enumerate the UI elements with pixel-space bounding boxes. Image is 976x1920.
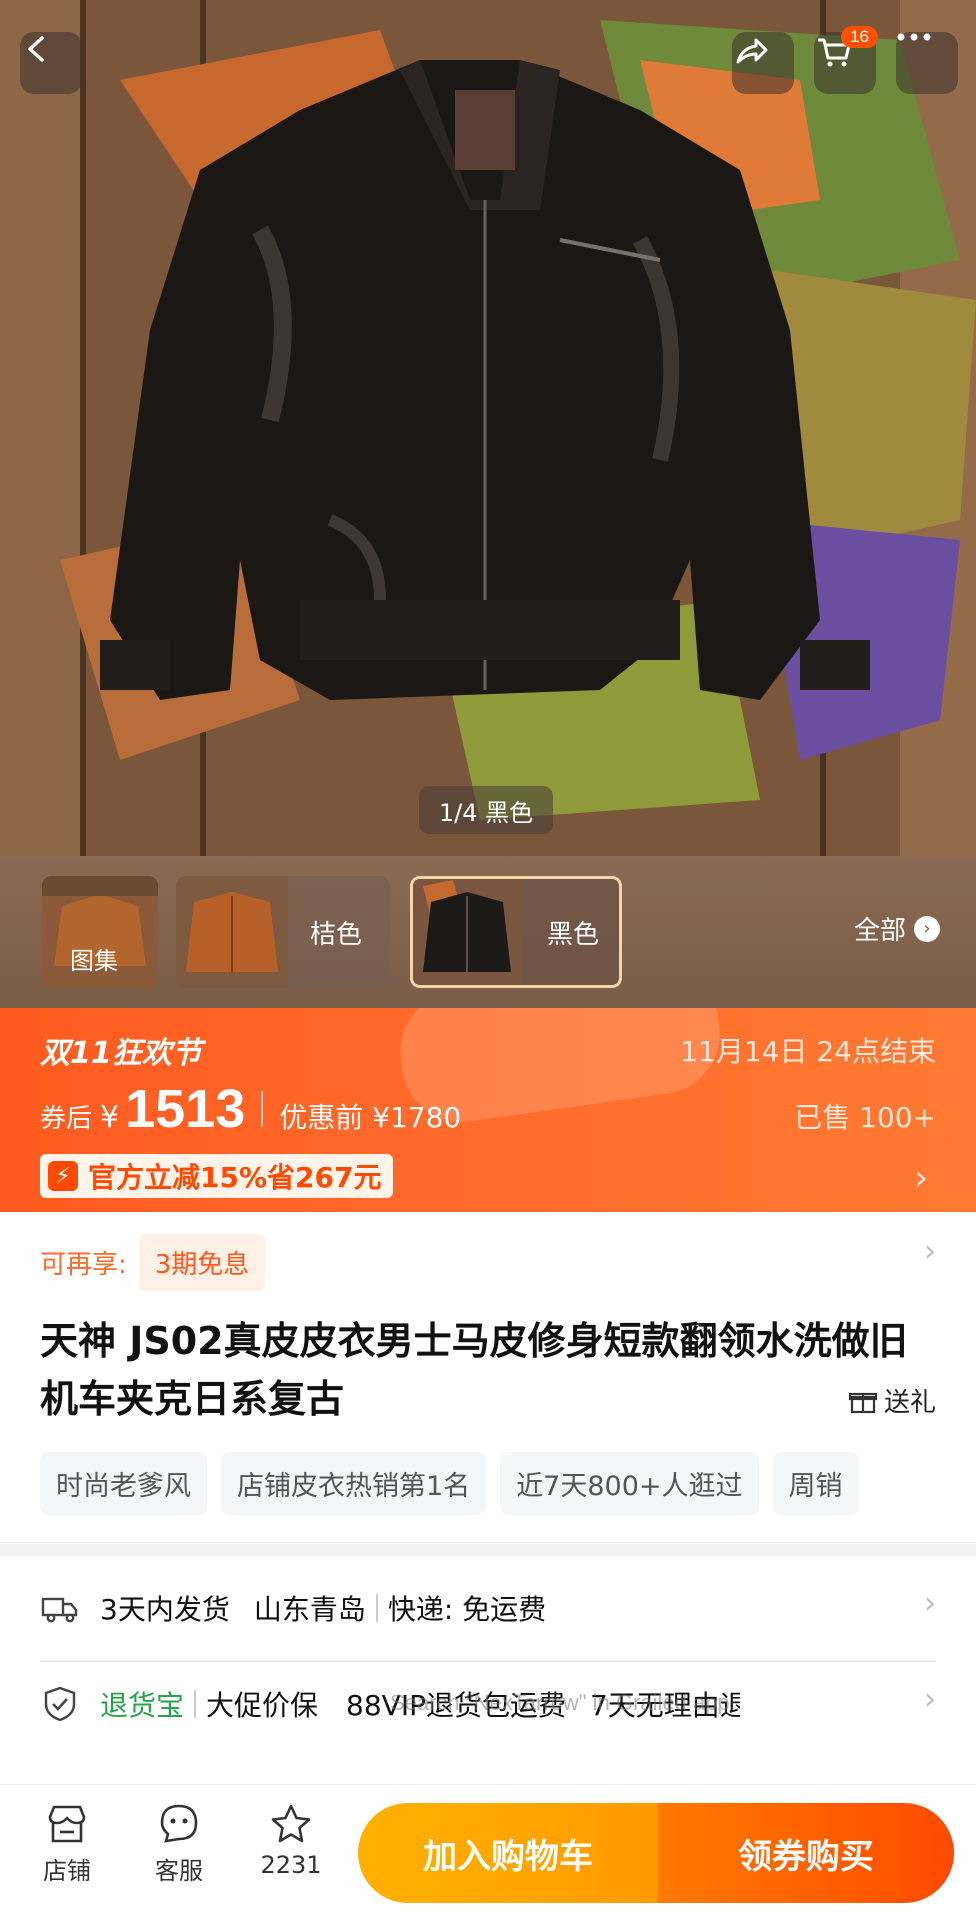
tag-chip[interactable]: 店铺皮衣热销第1名	[221, 1452, 487, 1515]
tag-list: 时尚老爹风 店铺皮衣热销第1名 近7天800+人逛过 周销	[40, 1452, 859, 1515]
more-icon	[897, 33, 931, 41]
chevron-right-icon: ›	[924, 1682, 936, 1717]
tag-chip[interactable]: 时尚老爹风	[40, 1452, 207, 1515]
star-icon	[271, 1804, 311, 1843]
price-divider	[261, 1091, 264, 1127]
product-info-card: 可再享: 3期免息 › 天神 JS02真皮皮衣男士马皮修身短款翻领水洗做旧机车夹…	[0, 1212, 976, 1542]
tag-chip[interactable]: 近7天800+人逛过	[500, 1452, 759, 1515]
all-variants-link[interactable]: 全部 ›	[854, 910, 940, 947]
official-discount-badge: ⚡ 官方立减15%省267元	[40, 1154, 394, 1198]
variant-orange-thumbnail	[176, 876, 288, 988]
gallery-thumb[interactable]: 图集	[42, 876, 158, 988]
gift-icon	[848, 1392, 878, 1413]
service-card: 3天内发货 山东青岛 快递: 免运费 › 退货宝 大促价保 88VIP退货包运费…	[0, 1556, 976, 1786]
guarantee-item: 大促价保	[206, 1689, 319, 1722]
shipping-row[interactable]: 3天内发货 山东青岛 快递: 免运费	[40, 1566, 936, 1650]
chat-face-icon	[160, 1804, 198, 1843]
ship-from: 山东青岛	[253, 1593, 366, 1626]
original-price: 优惠前 ¥1780	[279, 1101, 462, 1134]
buy-with-coupon-button[interactable]: 领券购买	[658, 1803, 954, 1903]
official-discount-text: 官方立减15%省267元	[88, 1161, 382, 1194]
installment-label: 可再享:	[40, 1250, 127, 1280]
gift-button[interactable]: 送礼	[848, 1382, 936, 1419]
watermark: Search "NexTarrow" in Grailed app.	[390, 1690, 736, 1715]
back-button[interactable]	[20, 32, 82, 94]
gallery-label: 图集	[70, 947, 118, 975]
shield-check-icon	[44, 1686, 76, 1722]
price-row: 券后 ¥ 1513 优惠前 ¥1780	[40, 1078, 461, 1140]
coupon-price: 1513	[125, 1079, 246, 1139]
chevron-right-circle-icon: ›	[914, 915, 940, 942]
favorite-count: 2231	[260, 1851, 322, 1879]
shipping-time: 3天内发货	[100, 1593, 230, 1626]
gift-label: 送礼	[883, 1388, 936, 1418]
bottom-action-bar: 店铺 客服 2231 加入购物车 领券购买	[0, 1784, 976, 1920]
divider	[375, 1594, 378, 1622]
chevron-left-icon	[28, 36, 44, 62]
chevron-right-icon: ›	[924, 1586, 936, 1621]
promo-banner[interactable]: 双11狂欢节 11月14日 24点结束 券后 ¥ 1513 优惠前 ¥1780 …	[0, 1008, 976, 1212]
variant-black[interactable]: 黑色	[410, 876, 622, 988]
product-title: 天神 JS02真皮皮衣男士马皮修身短款翻领水洗做旧机车夹克日系复古	[40, 1319, 908, 1421]
variant-label: 桔色	[310, 919, 363, 950]
add-to-cart-button[interactable]: 加入购物车	[358, 1803, 658, 1903]
shipping-fee: 快递: 免运费	[387, 1593, 547, 1626]
all-variants-label: 全部	[853, 916, 906, 946]
share-icon	[736, 38, 768, 64]
store-button[interactable]: 店铺	[12, 1801, 122, 1886]
variant-orange[interactable]: 桔色	[176, 876, 390, 988]
promo-end-time: 11月14日 24点结束	[680, 1035, 936, 1068]
chevron-right-icon: ›	[924, 1234, 936, 1269]
share-button[interactable]	[732, 32, 794, 94]
variant-strip: 图集 桔色 黑色 全部 ›	[0, 856, 976, 1008]
sold-count: 已售 100+	[794, 1101, 936, 1134]
currency-symbol: ¥	[100, 1100, 120, 1135]
variant-label: 黑色	[547, 919, 600, 950]
product-image-viewer[interactable]: 16 1/4 黑色	[0, 0, 976, 856]
truck-icon	[41, 1597, 78, 1623]
lightning-icon: ⚡	[48, 1161, 78, 1191]
favorite-button[interactable]: 2231	[236, 1801, 346, 1879]
price-prefix: 券后	[40, 1104, 93, 1134]
festival-label: 双11狂欢节	[40, 1036, 202, 1071]
image-indicator: 1/4 黑色	[419, 786, 553, 834]
customer-service-label: 客服	[155, 1857, 203, 1885]
guarantee-brand: 退货宝	[100, 1689, 185, 1722]
store-icon	[48, 1805, 86, 1843]
divider	[194, 1690, 197, 1718]
more-button[interactable]	[896, 32, 958, 94]
cart-button[interactable]: 16	[814, 26, 878, 94]
installment-chip: 3期免息	[138, 1234, 266, 1291]
variant-black-thumbnail	[413, 879, 525, 985]
installment-row[interactable]: 可再享: 3期免息	[40, 1234, 266, 1291]
cart-count-badge: 16	[841, 26, 878, 48]
chevron-right-icon: ›	[914, 1158, 928, 1198]
product-photo	[0, 0, 976, 856]
tag-chip[interactable]: 周销	[772, 1452, 859, 1515]
store-label: 店铺	[43, 1857, 91, 1885]
customer-service-button[interactable]: 客服	[124, 1801, 234, 1886]
